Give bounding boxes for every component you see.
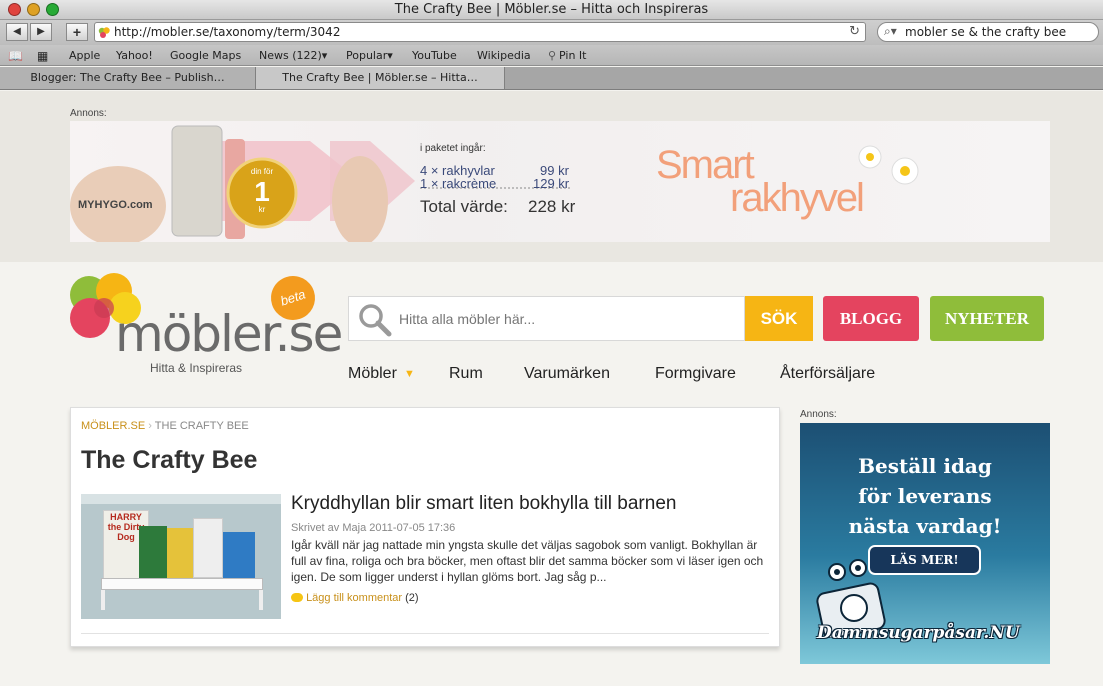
window-titlebar: The Crafty Bee | Möbler.se – Hitta och I…	[0, 0, 1103, 20]
dammsugarpasar-ad[interactable]: Beställ idag för leverans nästa vardag! …	[800, 423, 1050, 664]
magnifier-icon	[359, 304, 392, 337]
browser-search-value: mobler se & the crafty bee	[905, 25, 1067, 39]
post-title-link[interactable]: Kryddhyllan blir smart liten bokhylla ti…	[291, 493, 676, 515]
bookmark-popular[interactable]: Popular▾	[346, 49, 393, 62]
bookmark-youtube[interactable]: YouTube	[412, 49, 457, 62]
search-button[interactable]: SÖK	[745, 296, 813, 341]
bookmark-pin-it[interactable]: Pin It	[559, 49, 586, 62]
package-total-price: 228 kr	[528, 197, 576, 216]
side-ad-headline: Beställ idag för leverans nästa vardag!	[800, 451, 1050, 541]
nav-mobler[interactable]: Möbler	[348, 365, 397, 383]
reading-list-icon[interactable]: 📖	[8, 49, 23, 63]
comment-bubble-icon	[291, 593, 303, 602]
slogan-rakhyvel: rakhyvel	[730, 176, 865, 220]
tab-bar: Blogger: The Crafty Bee – Publish… The C…	[0, 67, 1103, 90]
nyheter-button[interactable]: NYHETER	[930, 296, 1044, 341]
bookmark-apple[interactable]: Apple	[69, 49, 100, 62]
search-icon: ⌕▾	[884, 24, 897, 38]
address-bar[interactable]: http://mobler.se/taxonomy/term/3042 ↻	[94, 22, 866, 42]
forward-button[interactable]: ▶	[30, 23, 52, 41]
window-title: The Crafty Bee | Möbler.se – Hitta och I…	[394, 2, 709, 17]
top-sites-icon[interactable]: ▦	[37, 49, 48, 63]
comment-count: (2)	[405, 592, 419, 604]
package-total-label: Total värde:	[420, 197, 508, 216]
post-thumbnail[interactable]: HARRY the Dirty Dog	[81, 494, 281, 619]
post-divider	[81, 633, 769, 634]
reload-icon[interactable]: ↻	[849, 24, 860, 39]
post-meta: Skrivet av Maja 2011-07-05 17:36	[291, 522, 456, 534]
bookmark-news[interactable]: News (122)▾	[259, 49, 327, 62]
tab-blogger[interactable]: Blogger: The Crafty Bee – Publish…	[0, 67, 256, 89]
url-text: http://mobler.se/taxonomy/term/3042	[114, 25, 341, 39]
nav-aterforsaljare[interactable]: Återförsäljare	[780, 365, 875, 383]
bookmarks-bar: 📖 ▦ Apple Yahoo! Google Maps News (122)▾…	[0, 45, 1103, 66]
site-tagline: Hitta & Inspireras	[150, 361, 243, 375]
myhygo-logo: MYHYGO.com	[78, 199, 153, 211]
bookmark-yahoo[interactable]: Yahoo!	[116, 49, 153, 62]
breadcrumb-root[interactable]: MÖBLER.SE	[81, 420, 145, 432]
post-excerpt: Igår kväll när jag nattade min yngsta sk…	[291, 538, 764, 584]
side-ad-label: Annons:	[800, 409, 837, 420]
site-search-box	[348, 296, 745, 341]
page-title: The Crafty Bee	[81, 446, 258, 474]
bookmark-wikipedia[interactable]: Wikipedia	[477, 49, 531, 62]
ad-label: Annons:	[70, 108, 107, 119]
package-row2-price: 129 kr	[533, 176, 570, 191]
package-row2-item: 1 × rakcrème	[420, 176, 497, 191]
shaver-ad-banner[interactable]: MYHYGO.com din för 1 kr i paketet ingår:…	[70, 121, 1050, 242]
blogg-button[interactable]: BLOGG	[823, 296, 919, 341]
badge-unit: kr	[258, 205, 266, 214]
post-comments: Lägg till kommentar (2)	[291, 592, 419, 604]
badge-price: 1	[254, 176, 270, 207]
tab-mobler-active[interactable]: The Crafty Bee | Möbler.se – Hitta…	[256, 67, 505, 89]
side-ad-line3: nästa vardag!	[848, 514, 1002, 538]
site-search-input[interactable]	[399, 297, 739, 340]
breadcrumb: MÖBLER.SE › THE CRAFTY BEE	[81, 420, 249, 432]
package-intro: i paketet ingår:	[420, 143, 486, 154]
side-ad-line1: Beställ idag	[858, 454, 992, 478]
nav-rum[interactable]: Rum	[449, 365, 483, 383]
chevron-down-icon[interactable]: ▼	[404, 368, 415, 380]
side-ad-line2: för leverans	[858, 484, 992, 508]
nav-formgivare[interactable]: Formgivare	[655, 365, 736, 383]
side-ad-brand: Dammsugarpåsar.NU	[817, 623, 1020, 643]
breadcrumb-current: THE CRAFTY BEE	[154, 420, 249, 432]
back-button[interactable]: ◀	[6, 23, 28, 41]
add-bookmark-button[interactable]: +	[66, 23, 88, 41]
bookmark-google-maps[interactable]: Google Maps	[170, 49, 241, 62]
add-comment-link[interactable]: Lägg till kommentar	[306, 592, 402, 604]
site-favicon	[98, 26, 111, 39]
browser-search-field[interactable]: ⌕▾ mobler se & the crafty bee	[877, 22, 1099, 42]
badge-small-text: din för	[250, 167, 274, 176]
nav-varumarken[interactable]: Varumärken	[524, 365, 610, 383]
pin-icon: ⚲	[548, 49, 557, 62]
